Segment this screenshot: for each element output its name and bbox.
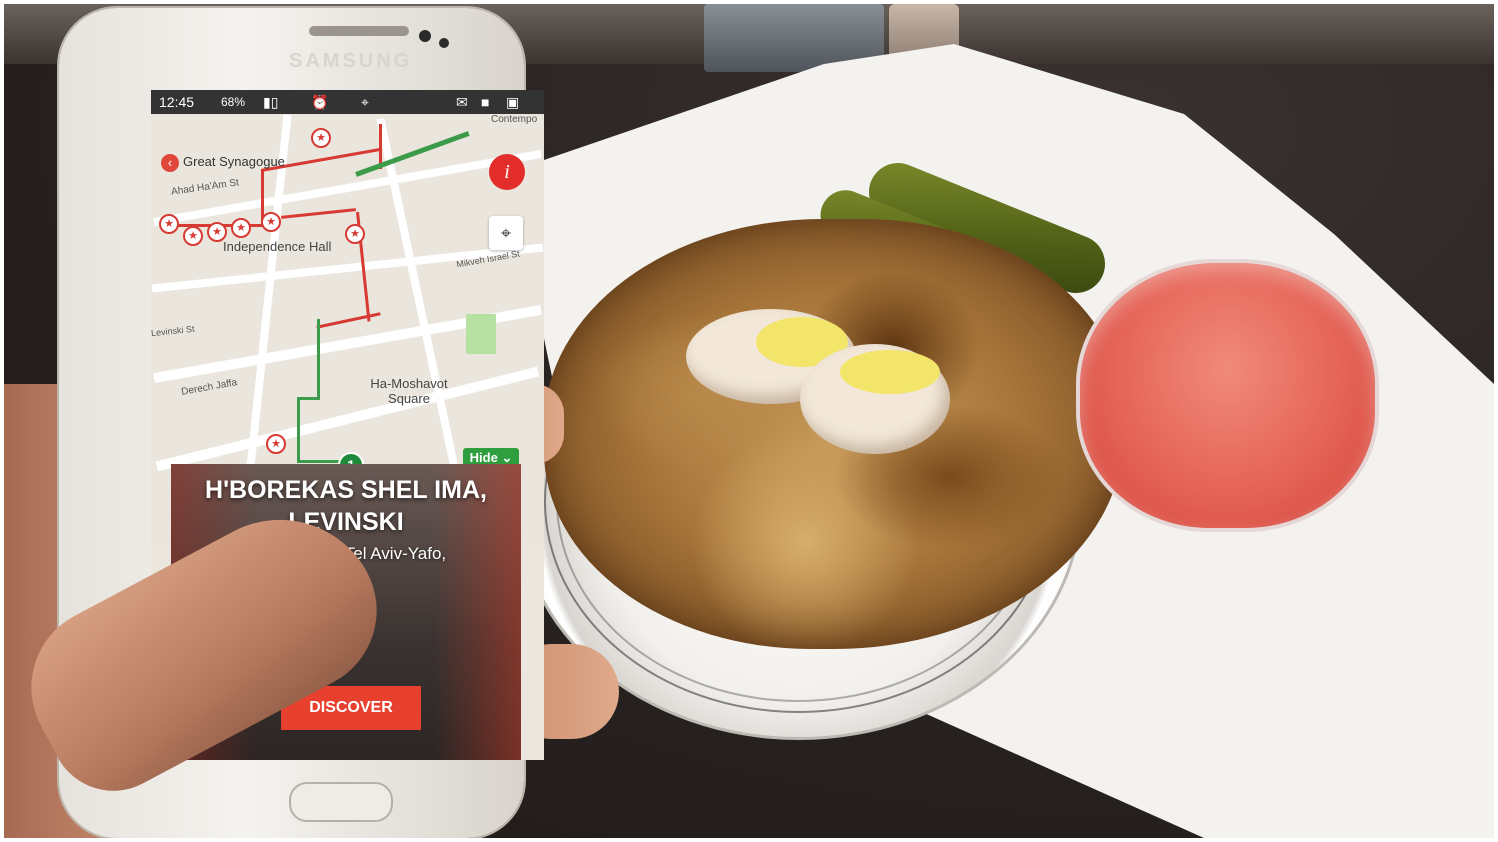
route-upcoming — [297, 460, 339, 463]
sensor — [439, 38, 449, 48]
hide-button-label: Hide — [469, 450, 498, 465]
street-label: Contempo — [491, 114, 538, 125]
place-title: H'BOREKAS SHEL IMA, LEVINSKI — [205, 476, 487, 536]
my-location-icon[interactable]: ⌖ — [489, 216, 523, 250]
alarm-icon: ⏰ — [311, 94, 329, 110]
location-icon: ⌖ — [361, 94, 369, 110]
egg-half — [800, 344, 950, 454]
front-camera — [419, 30, 431, 42]
street-label: Levinski St — [151, 323, 195, 339]
street-label: Derech Jaffa — [180, 377, 239, 398]
chevron-left-icon: ‹ — [161, 153, 179, 172]
back-chip-label: Great Synagogue — [183, 154, 285, 169]
egg-yolk — [840, 350, 940, 394]
notification-icon: ▣ — [506, 94, 520, 110]
back-to-stop-chip[interactable]: ‹ Great Synagogue — [161, 152, 285, 172]
info-button[interactable]: i — [489, 154, 525, 190]
speaker-grille — [309, 26, 409, 36]
home-button[interactable] — [289, 782, 393, 822]
chevron-down-icon: ⌄ — [501, 450, 513, 465]
mail-icon: ✉ — [456, 94, 468, 110]
landmark-label: Independence Hall — [223, 239, 332, 254]
street — [151, 243, 544, 293]
stop-marker[interactable]: ★ — [311, 128, 331, 148]
stop-marker[interactable]: ★ — [159, 214, 179, 234]
street-label: Ahad Ha'Am St — [170, 177, 240, 198]
park-area — [466, 314, 496, 354]
battery-level: 68% — [221, 95, 246, 109]
route-upcoming — [317, 319, 320, 399]
route-upcoming — [297, 397, 320, 400]
route-visited — [281, 208, 356, 219]
route-visited — [316, 312, 381, 329]
stop-marker[interactable]: ★ — [231, 218, 251, 238]
stop-marker[interactable]: ★ — [345, 224, 365, 244]
status-time: 12:45 — [159, 94, 195, 110]
notification-icon: ■ — [481, 94, 490, 110]
photo-scene: SAMSUNG 12:45 68% ▮▯ ⏰ ⌖ ✉ ■ ▣ ★ ★ ★ ★ ★… — [4, 4, 1494, 838]
status-bar: 12:45 68% ▮▯ ⏰ ⌖ ✉ ■ ▣ — [151, 90, 544, 114]
landmark-label: Ha-Moshavot Square — [370, 376, 448, 406]
phone-brand: SAMSUNG — [289, 50, 413, 72]
stop-marker[interactable]: ★ — [266, 434, 286, 454]
stop-marker[interactable]: ★ — [261, 212, 281, 232]
sauce-cup — [1076, 259, 1379, 532]
stop-marker[interactable]: ★ — [183, 226, 203, 246]
route-upcoming — [297, 397, 300, 462]
signal-icon: ▮▯ — [263, 94, 279, 110]
